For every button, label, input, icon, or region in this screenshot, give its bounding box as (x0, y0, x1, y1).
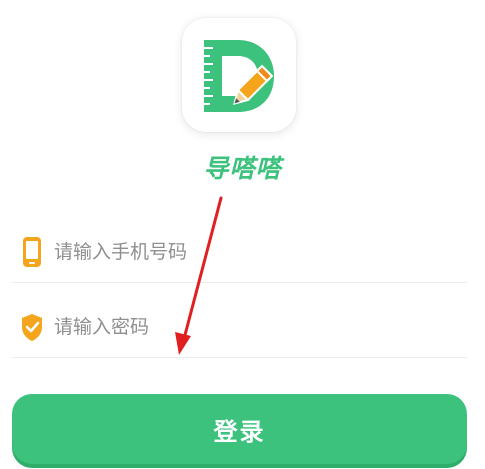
phone-field[interactable] (12, 222, 467, 282)
password-field[interactable] (12, 297, 467, 357)
ruler-d-pencil-icon (204, 40, 274, 112)
phone-icon (23, 237, 41, 267)
phone-input[interactable] (54, 232, 454, 272)
app-logo (182, 18, 296, 132)
phone-divider (12, 282, 467, 283)
login-button[interactable]: 登录 (12, 394, 467, 464)
password-divider (12, 357, 467, 358)
password-input[interactable] (54, 307, 454, 347)
shield-check-icon (22, 314, 42, 341)
app-name: 导嗒嗒 (203, 154, 282, 183)
